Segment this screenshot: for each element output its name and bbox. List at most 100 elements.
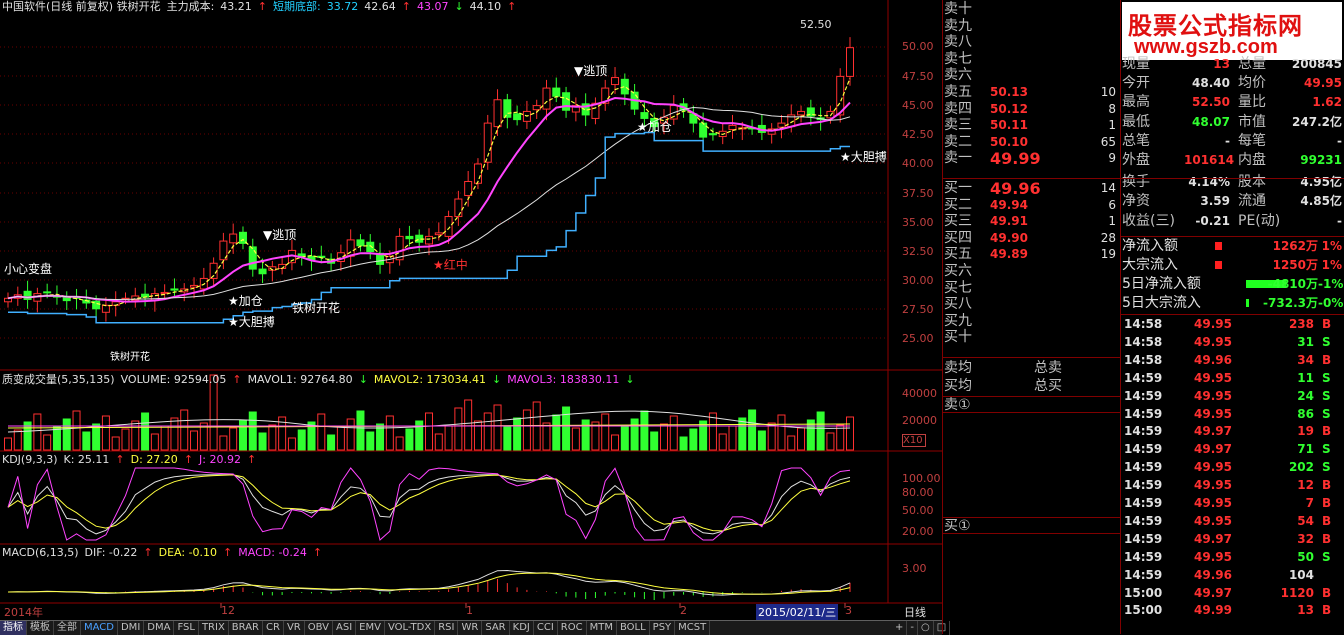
volume-bar <box>385 415 394 451</box>
candle <box>699 122 708 138</box>
candle <box>473 163 482 184</box>
trade-volume: 19 <box>1297 424 1314 439</box>
stat-row: 今开 48.40 均价 49.95 <box>1122 74 1344 93</box>
trade-volume: 13 <box>1297 603 1314 618</box>
tab-template[interactable]: 模板 <box>27 621 54 635</box>
trade-volume: 50 <box>1297 549 1314 564</box>
sell-level-label: 卖二 <box>944 133 972 150</box>
chart-area[interactable]: 中国软件(日线 前复权) 铁树开花 主力成本: 43.21 ↑ 短期底部: 33.72 42… <box>0 0 942 620</box>
buy-volume: 1 <box>1108 214 1116 229</box>
tab-trix[interactable]: TRIX <box>199 621 229 635</box>
trade-time: 14:59 <box>1124 406 1163 421</box>
flow-label: 净流入额 <box>1122 238 1178 254</box>
period-label[interactable]: 日线 <box>904 604 926 620</box>
tab-indicator[interactable]: 指标 <box>0 621 27 635</box>
buy-level-label: 买六 <box>944 263 972 279</box>
tab-macd[interactable]: MACD <box>81 621 118 635</box>
trade-volume: 104 <box>1288 567 1314 582</box>
tab-psy[interactable]: PSY <box>650 621 676 635</box>
candle <box>542 87 551 110</box>
volume-bar <box>33 413 42 451</box>
candle <box>552 87 561 97</box>
macd-dea-line <box>7 572 851 595</box>
flow-value: 1250万 <box>1272 258 1318 272</box>
tab-cr[interactable]: CR <box>263 621 284 635</box>
trade-volume: 12 <box>1297 478 1314 493</box>
bold-top-signal: ★大胆搏 <box>840 150 887 164</box>
tab-rsi[interactable]: RSI <box>435 621 459 635</box>
tab-wr[interactable]: WR <box>458 621 483 635</box>
price-tick: 42.50 <box>902 128 934 141</box>
volume-bar <box>522 409 531 451</box>
tab-vol-tdx[interactable]: VOL-TDX <box>385 621 436 635</box>
candle <box>503 99 512 118</box>
trade-volume: 34 <box>1297 352 1314 367</box>
tab-boll[interactable]: BOLL <box>617 621 650 635</box>
buy-volume: 14 <box>1100 181 1116 195</box>
volume-tick: 20000 <box>902 414 937 427</box>
circle-button[interactable]: ○ <box>918 621 934 635</box>
volume-bar <box>425 412 433 451</box>
stat-label: 现量 <box>1122 56 1150 72</box>
tab-asi[interactable]: ASI <box>333 621 357 635</box>
sell-price: 50.12 <box>990 101 1028 116</box>
trade-row: 14:59 49.97 19 B <box>1122 422 1344 440</box>
tab-emv[interactable]: EMV <box>356 621 385 635</box>
candle <box>777 122 786 128</box>
total-buy-label: 总买 <box>1034 378 1062 394</box>
volume-bar <box>757 430 766 451</box>
volume-bar <box>777 414 786 451</box>
volume-bar <box>797 427 806 451</box>
volume-bar <box>816 411 825 451</box>
trade-side: S <box>1322 549 1331 564</box>
volume-bar <box>366 431 375 451</box>
price-tick: 30.00 <box>902 274 934 287</box>
stock-chart[interactable] <box>0 0 942 620</box>
support-line <box>8 131 850 324</box>
tab-dmi[interactable]: DMI <box>118 621 145 635</box>
tab-mcst[interactable]: MCST <box>675 621 711 635</box>
trade-price: 49.95 <box>1194 317 1232 331</box>
tab-mtm[interactable]: MTM <box>587 621 617 635</box>
stat-value: 49.95 <box>1304 76 1342 91</box>
trade-price: 49.95 <box>1194 460 1232 475</box>
sell-volume: 8 <box>1108 101 1116 116</box>
flow-value: -732.3万 <box>1263 296 1318 310</box>
candle <box>434 232 443 236</box>
macd-value: MACD: -0.24 <box>238 546 307 559</box>
flow-bar <box>1246 299 1249 307</box>
tab-vr[interactable]: VR <box>284 621 305 635</box>
zoom-out-button[interactable]: - <box>907 621 918 635</box>
trade-side: B <box>1322 603 1332 618</box>
zoom-in-button[interactable]: + <box>892 621 908 635</box>
tab-all[interactable]: 全部 <box>54 621 81 635</box>
tab-dma[interactable]: DMA <box>144 621 175 635</box>
stat-value: 4.95亿 <box>1300 175 1342 190</box>
tab-kdj[interactable]: KDJ <box>510 621 534 635</box>
tab-cci[interactable]: CCI <box>534 621 558 635</box>
price-tick: 37.50 <box>902 187 934 200</box>
stat-label: PE(动) <box>1238 212 1281 229</box>
candle <box>532 105 541 111</box>
tab-brar[interactable]: BRAR <box>229 621 263 635</box>
date-year: 2014年 <box>4 606 43 619</box>
flow-row: 5日净流入额 -4810万 -1% <box>1122 275 1344 294</box>
avg-buy-label: 买均 <box>944 378 972 394</box>
tab-obv[interactable]: OBV <box>305 621 333 635</box>
trade-row: 14:58 49.95 238 B <box>1122 315 1344 333</box>
volume-unit: X10 <box>902 434 926 447</box>
price-tick: 50.00 <box>902 40 934 53</box>
short-v1: 33.72 <box>326 0 359 13</box>
stat-value: 1.62 <box>1312 95 1342 110</box>
escape-top-signal: ▼逃顶 <box>574 64 608 78</box>
tab-fsl[interactable]: FSL <box>174 621 199 635</box>
trade-price: 49.95 <box>1194 334 1232 349</box>
candle <box>846 47 854 77</box>
volume-bar <box>4 437 12 451</box>
short-v4: 44.10 <box>469 0 502 13</box>
volume-bar <box>82 431 91 451</box>
tab-roc[interactable]: ROC <box>558 621 587 635</box>
tab-sar[interactable]: SAR <box>482 621 510 635</box>
trade-price: 49.95 <box>1194 549 1232 564</box>
trade-price: 49.96 <box>1194 567 1232 582</box>
